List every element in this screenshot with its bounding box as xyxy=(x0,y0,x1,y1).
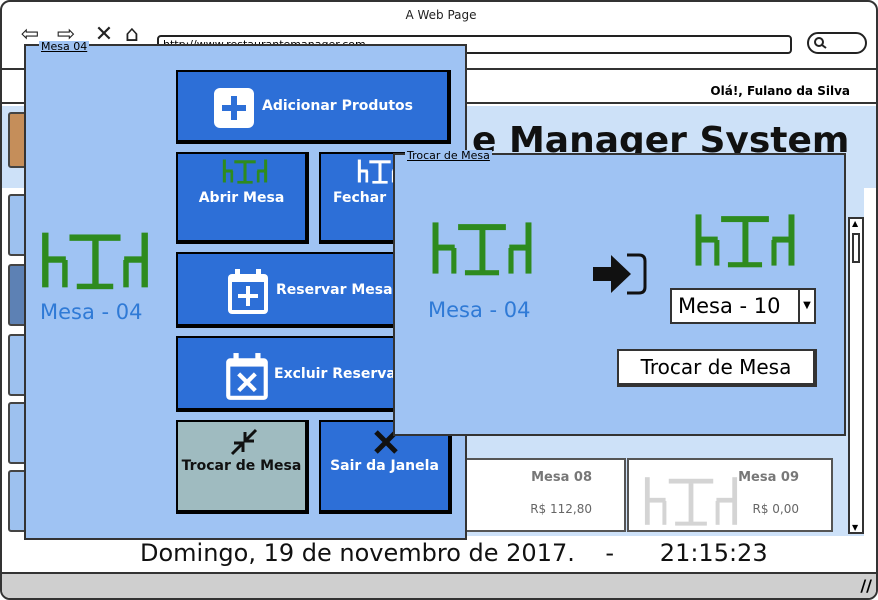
scroll-down-icon[interactable]: ▼ xyxy=(852,523,858,532)
open-table-button[interactable]: Abrir Mesa xyxy=(176,152,309,244)
scroll-up-icon[interactable]: ▲ xyxy=(852,219,858,228)
dialog-title: Mesa 04 xyxy=(39,40,90,53)
dialog-title: Trocar de Mesa xyxy=(405,149,492,162)
table-icon xyxy=(222,159,268,184)
add-products-button[interactable]: Adicionar Produtos xyxy=(176,70,451,144)
datetime-display: Domingo, 19 de novembro de 2017. - 21:15… xyxy=(140,539,768,567)
source-table-label: Mesa - 04 xyxy=(428,298,531,322)
chevron-down-icon[interactable]: ▼ xyxy=(798,290,814,322)
sign-in-arrow-icon xyxy=(593,253,647,295)
table-icon xyxy=(695,214,795,268)
change-table-label: Trocar de Mesa xyxy=(181,458,302,474)
table-icon xyxy=(644,477,738,526)
table-card[interactable]: Mesa 09 R$ 0,00 xyxy=(627,458,833,532)
change-table-dialog: Trocar de Mesa Mesa - 04 Mesa - 10 ▼ Tro… xyxy=(393,149,846,436)
table-card-name: Mesa 08 xyxy=(531,470,592,485)
plus-icon xyxy=(214,88,254,128)
search-field[interactable] xyxy=(807,32,867,54)
table-card-price: R$ 112,80 xyxy=(530,502,592,516)
table-card-price: R$ 0,00 xyxy=(752,502,799,516)
table-card-name: Mesa 09 xyxy=(738,470,799,485)
table-icon xyxy=(432,222,532,276)
status-bar: // xyxy=(2,572,876,598)
table-icon xyxy=(42,232,148,290)
table-label: Mesa - 04 xyxy=(40,300,143,324)
target-table-value: Mesa - 10 xyxy=(678,294,781,318)
content-scrollbar[interactable]: ▲ ▼ xyxy=(848,217,864,534)
collapse-arrows-icon xyxy=(230,428,258,456)
open-table-label: Abrir Mesa xyxy=(198,190,285,206)
search-icon xyxy=(814,37,827,49)
add-products-label: Adicionar Produtos xyxy=(262,98,413,114)
change-table-button[interactable]: Trocar de Mesa xyxy=(176,420,309,514)
resize-grip-icon[interactable]: // xyxy=(860,576,872,595)
confirm-change-button[interactable]: Trocar de Mesa xyxy=(617,349,817,387)
calendar-remove-icon xyxy=(226,353,268,400)
scroll-thumb[interactable] xyxy=(852,233,860,263)
calendar-add-icon xyxy=(228,269,268,314)
exit-window-label: Sair da Janela xyxy=(330,458,439,474)
target-table-select[interactable]: Mesa - 10 ▼ xyxy=(670,288,816,324)
user-greeting: Olá!, Fulano da Silva xyxy=(710,84,850,98)
